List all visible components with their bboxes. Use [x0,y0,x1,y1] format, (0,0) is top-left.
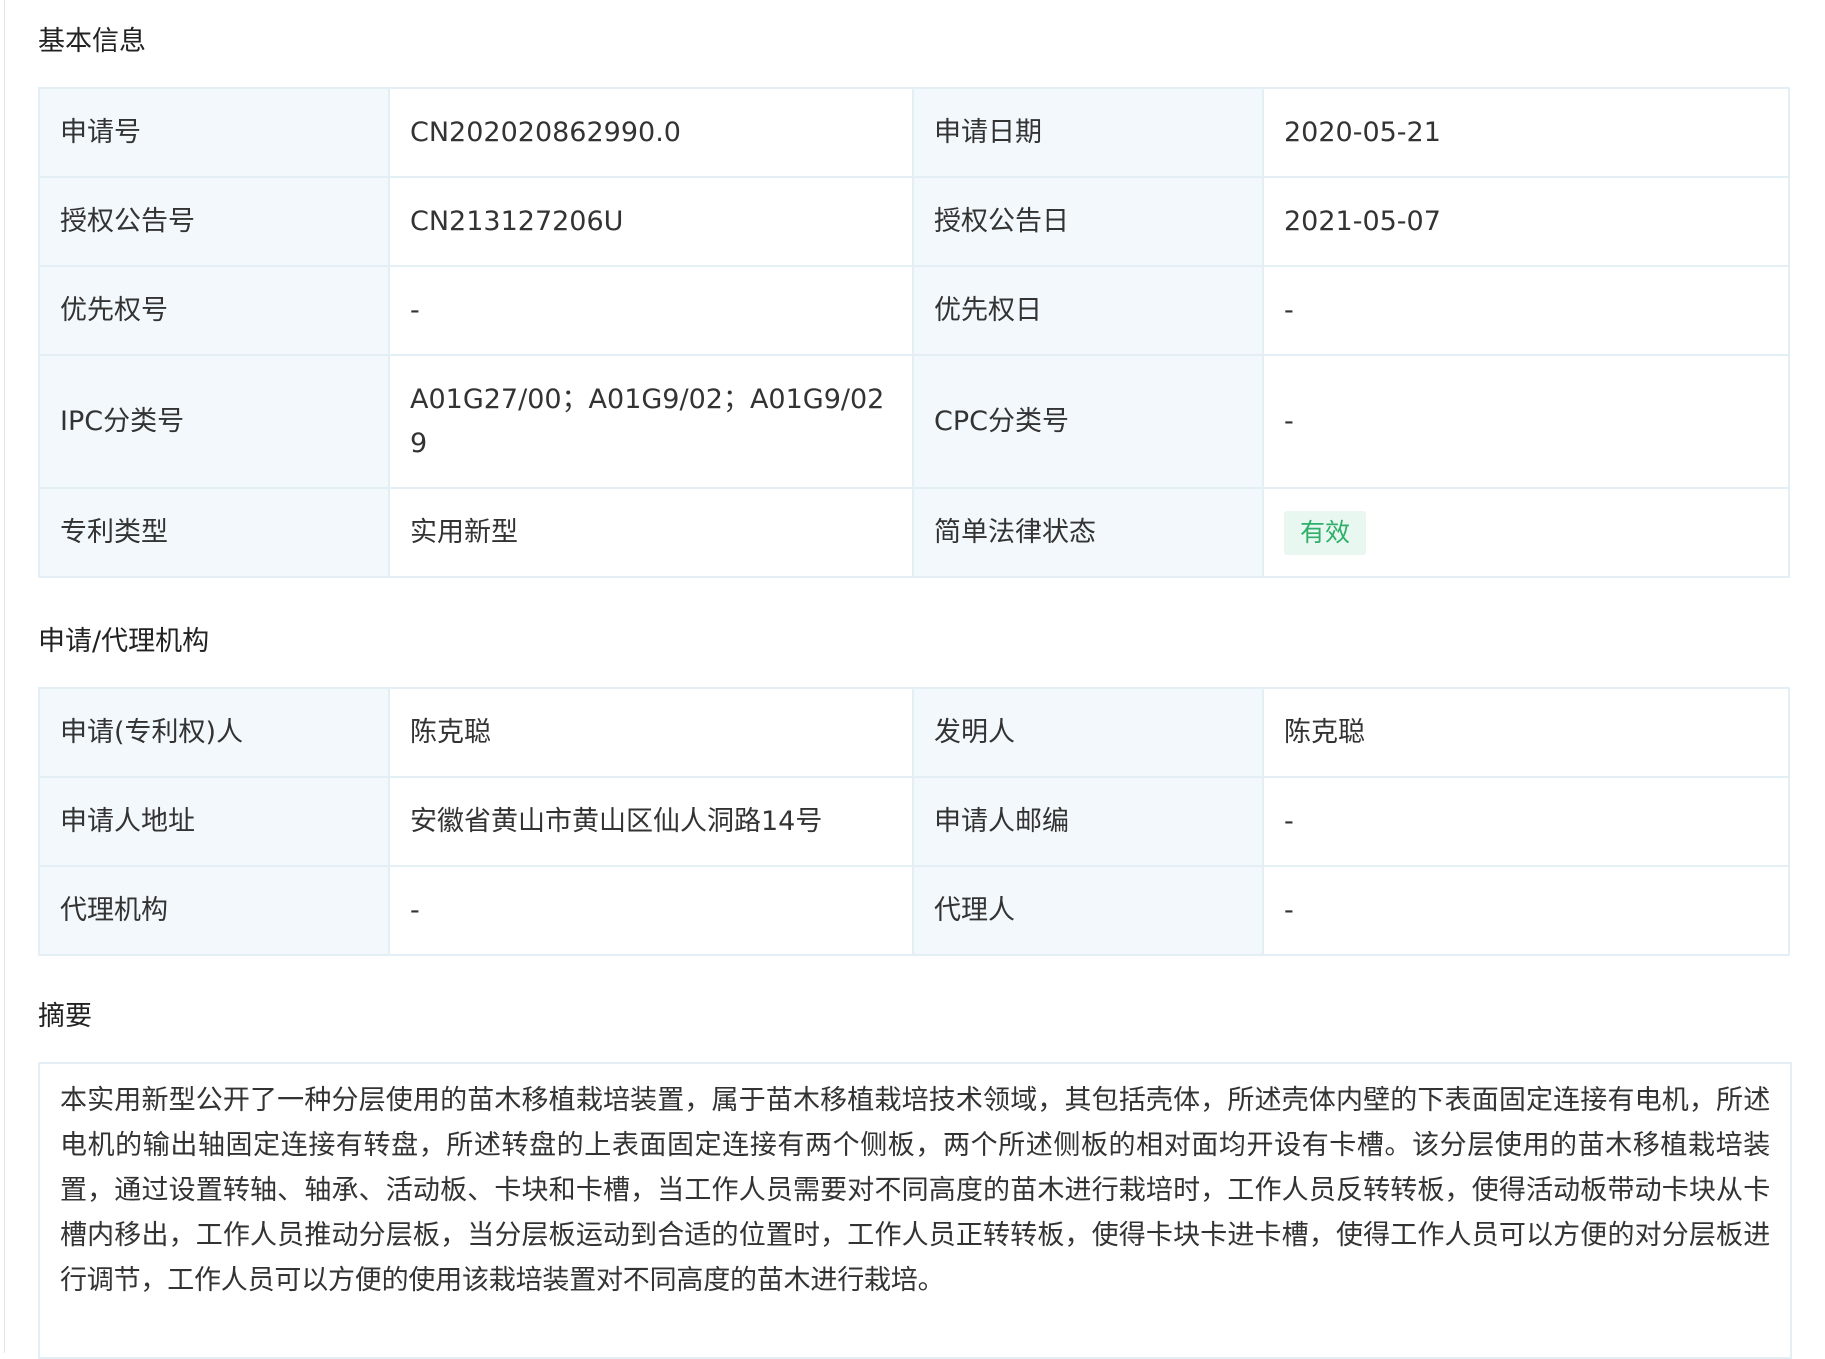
field-label-priority-date: 优先权日 [912,265,1264,356]
field-value-priority-number: - [388,265,914,356]
patent-detail-page: 基本信息 申请号 CN202020862990.0 申请日期 2020-05-2… [0,0,1825,1359]
field-label-grant-date: 授权公告日 [912,176,1264,267]
field-label-applicant-postcode: 申请人邮编 [912,776,1264,867]
field-label-ipc: IPC分类号 [38,354,390,489]
basic-info-title: 基本信息 [38,26,146,57]
abstract-title: 摘要 [38,1001,92,1032]
field-value-legal-status: 有效 [1262,487,1790,578]
field-label-agent: 代理人 [912,865,1264,956]
field-label-applicant: 申请(专利权)人 [38,687,390,778]
field-value-inventor: 陈克聪 [1262,687,1790,778]
status-badge: 有效 [1284,510,1367,555]
table-row: IPC分类号 A01G27/00；A01G9/02；A01G9/029 CPC分… [38,354,1790,489]
field-label-application-number: 申请号 [38,87,390,178]
field-value-ipc: A01G27/00；A01G9/02；A01G9/029 [388,354,914,489]
field-value-applicant: 陈克聪 [388,687,914,778]
field-label-cpc: CPC分类号 [912,354,1264,489]
field-label-agency: 代理机构 [38,865,390,956]
abstract-text: 本实用新型公开了一种分层使用的苗木移植栽培装置，属于苗木移植栽培技术领域，其包括… [60,1085,1770,1296]
field-label-priority-number: 优先权号 [38,265,390,356]
field-value-agency: - [388,865,914,956]
field-label-application-date: 申请日期 [912,87,1264,178]
field-label-applicant-address: 申请人地址 [38,776,390,867]
table-row: 专利类型 实用新型 简单法律状态 有效 [38,487,1790,578]
abstract-box: 本实用新型公开了一种分层使用的苗木移植栽培装置，属于苗木移植栽培技术领域，其包括… [38,1062,1792,1359]
field-value-agent: - [1262,865,1790,956]
field-label-patent-type: 专利类型 [38,487,390,578]
agency-title: 申请/代理机构 [38,626,210,657]
table-row: 申请号 CN202020862990.0 申请日期 2020-05-21 [38,87,1790,178]
basic-info-table: 申请号 CN202020862990.0 申请日期 2020-05-21 授权公… [38,87,1790,578]
field-label-legal-status: 简单法律状态 [912,487,1264,578]
field-value-application-number: CN202020862990.0 [388,87,914,178]
left-divider [4,0,5,1353]
field-value-grant-date: 2021-05-07 [1262,176,1790,267]
field-value-priority-date: - [1262,265,1790,356]
field-value-patent-type: 实用新型 [388,487,914,578]
field-value-application-date: 2020-05-21 [1262,87,1790,178]
agency-table: 申请(专利权)人 陈克聪 发明人 陈克聪 申请人地址 安徽省黄山市黄山区仙人洞路… [38,687,1790,956]
field-value-applicant-postcode: - [1262,776,1790,867]
field-value-grant-number: CN213127206U [388,176,914,267]
table-row: 申请(专利权)人 陈克聪 发明人 陈克聪 [38,687,1790,778]
table-row: 授权公告号 CN213127206U 授权公告日 2021-05-07 [38,176,1790,267]
field-label-grant-number: 授权公告号 [38,176,390,267]
table-row: 代理机构 - 代理人 - [38,865,1790,956]
field-value-applicant-address: 安徽省黄山市黄山区仙人洞路14号 [388,776,914,867]
field-label-inventor: 发明人 [912,687,1264,778]
table-row: 优先权号 - 优先权日 - [38,265,1790,356]
table-row: 申请人地址 安徽省黄山市黄山区仙人洞路14号 申请人邮编 - [38,776,1790,867]
field-value-cpc: - [1262,354,1790,489]
